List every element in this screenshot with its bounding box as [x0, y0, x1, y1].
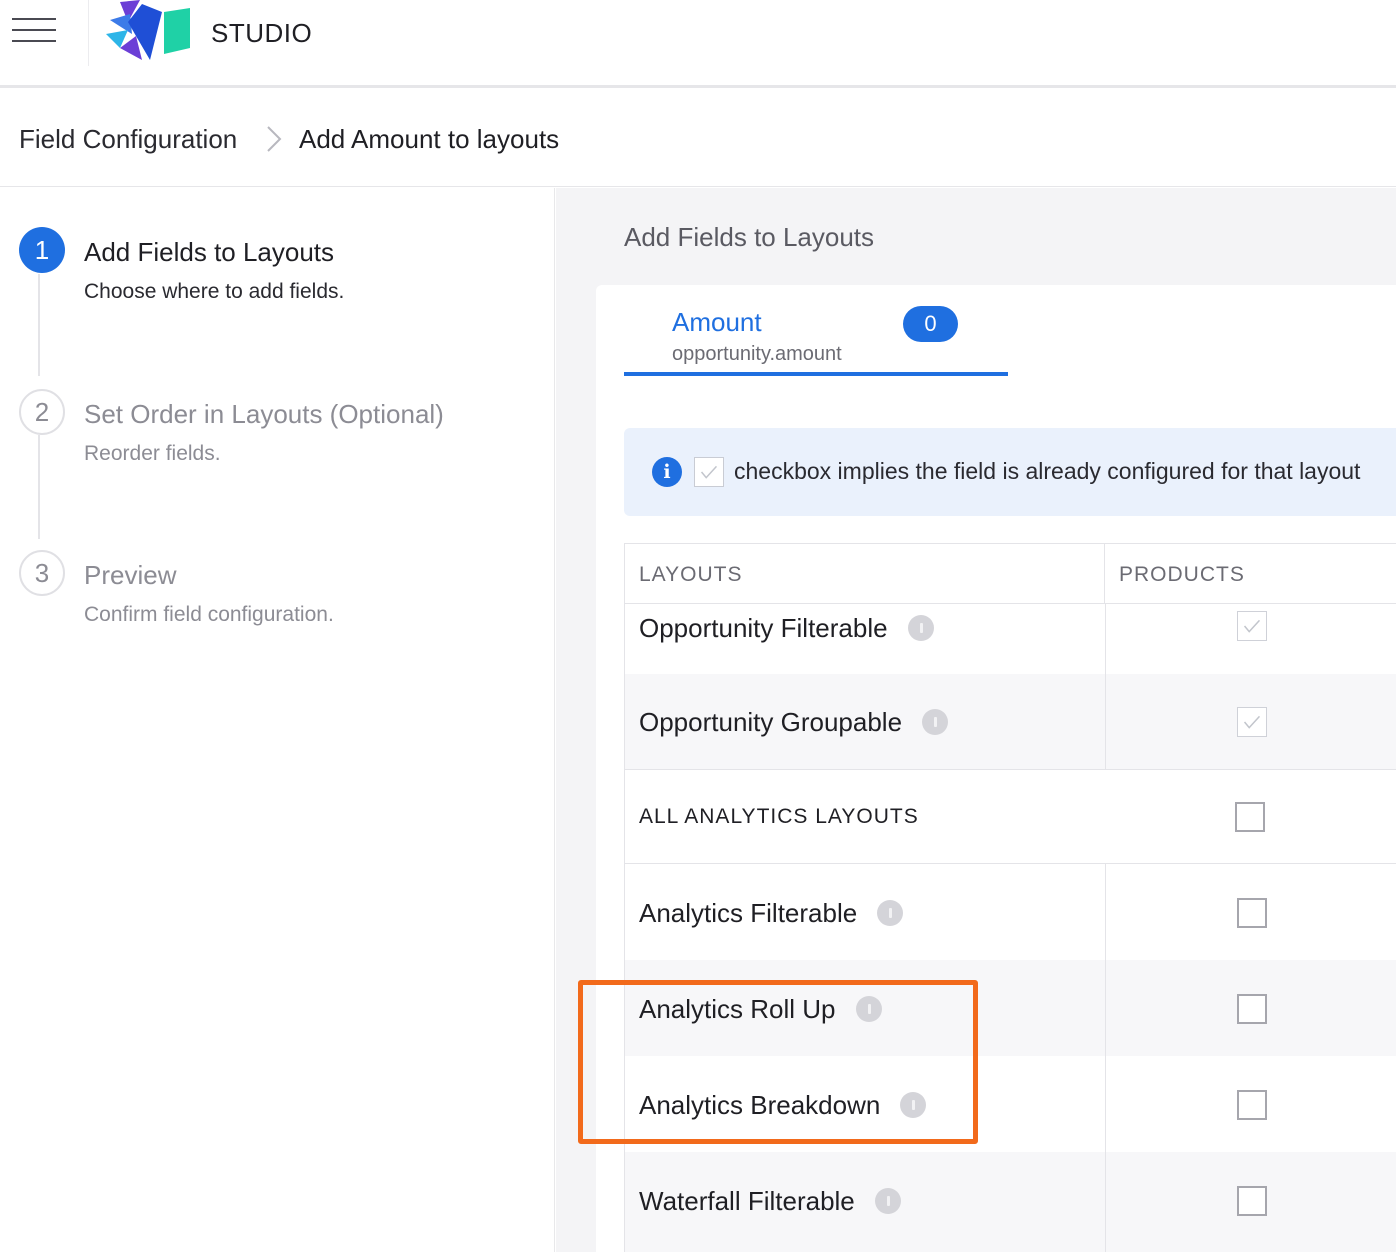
breadcrumb-parent[interactable]: Field Configuration [19, 124, 237, 155]
brand-name: STUDIO [211, 18, 313, 48]
top-bar: STUDIO [0, 0, 1396, 88]
app-logo [106, 0, 190, 60]
table-row: Analytics Filterable [625, 864, 1396, 960]
group-label: ALL ANALYTICS LAYOUTS [639, 805, 919, 828]
main-panel: Add Fields to Layouts Amount opportunity… [556, 188, 1396, 1252]
tab-amount[interactable]: Amount opportunity.amount 0 [624, 285, 1008, 379]
step-connector [38, 274, 40, 376]
layout-label: Analytics Breakdown [639, 1089, 927, 1120]
layout-name: Opportunity Groupable [639, 706, 903, 737]
step-1-number[interactable]: 1 [19, 227, 65, 273]
step-3-title[interactable]: Preview [84, 560, 176, 591]
layout-name: Opportunity Filterable [639, 612, 888, 643]
layout-name: Analytics Breakdown [639, 1089, 881, 1120]
products-checkbox[interactable] [1237, 707, 1267, 737]
column-header-products: PRODUCTS [1105, 544, 1396, 604]
section-title: Add Fields to Layouts [624, 222, 875, 252]
products-checkbox[interactable] [1237, 1090, 1267, 1120]
products-checkbox[interactable] [1237, 611, 1267, 641]
step-3-subtitle: Confirm field configuration. [84, 603, 334, 626]
stepper: 1 Add Fields to Layouts Choose where to … [0, 188, 555, 1252]
info-hint-icon[interactable] [922, 709, 949, 735]
layout-label: Waterfall Filterable [639, 1186, 901, 1216]
step-1-subtitle: Choose where to add fields. [84, 280, 345, 303]
layout-label: Analytics Roll Up [639, 994, 882, 1024]
step-1-title[interactable]: Add Fields to Layouts [84, 237, 334, 268]
info-banner: i checkbox implies the field is already … [624, 428, 1396, 516]
topbar-divider [88, 0, 89, 66]
step-connector [38, 435, 40, 539]
table-row: Opportunity Filterable [625, 604, 1396, 674]
menu-icon[interactable] [12, 16, 56, 46]
info-hint-icon[interactable] [855, 996, 882, 1022]
step-2-number[interactable]: 2 [19, 389, 65, 435]
layouts-table: LAYOUTS PRODUCTS Opportunity Filterable … [624, 543, 1396, 1252]
table-group-row: ALL ANALYTICS LAYOUTS [625, 770, 1396, 864]
sample-checked-checkbox [694, 457, 724, 487]
step-2-subtitle: Reorder fields. [84, 442, 221, 465]
info-hint-icon[interactable] [877, 900, 904, 926]
breadcrumb: Field Configuration Add Amount to layout… [0, 91, 1396, 187]
step-2-title[interactable]: Set Order in Layouts (Optional) [84, 399, 444, 430]
table-row: Waterfall Filterable [625, 1152, 1396, 1252]
table-row: Opportunity Groupable [625, 674, 1396, 770]
column-header-layouts: LAYOUTS [625, 544, 1105, 604]
products-checkbox[interactable] [1237, 994, 1267, 1024]
layout-name: Analytics Filterable [639, 897, 858, 928]
layout-label: Opportunity Groupable [639, 706, 949, 737]
layout-label: Opportunity Filterable [639, 613, 934, 643]
table-row: Analytics Roll Up [625, 960, 1396, 1056]
info-hint-icon[interactable] [907, 615, 934, 641]
check-icon [1243, 715, 1261, 729]
layout-card: Amount opportunity.amount 0 i checkbox i… [596, 285, 1396, 1252]
check-icon [1243, 619, 1261, 633]
products-checkbox[interactable] [1237, 1186, 1267, 1216]
info-icon: i [652, 457, 682, 487]
count-badge: 0 [903, 306, 958, 342]
info-hint-icon[interactable] [900, 1092, 927, 1118]
breadcrumb-current: Add Amount to layouts [299, 124, 560, 154]
active-tab-indicator [624, 372, 1008, 376]
check-icon [700, 465, 718, 479]
layout-name: Waterfall Filterable [639, 1185, 855, 1216]
tab-field-path: opportunity.amount [672, 343, 842, 365]
step-3-number[interactable]: 3 [19, 550, 65, 596]
tab-field-name: Amount [672, 307, 762, 337]
info-hint-icon[interactable] [874, 1188, 901, 1214]
products-checkbox[interactable] [1237, 898, 1267, 928]
info-text: checkbox implies the field is already co… [734, 458, 1361, 484]
select-all-analytics-checkbox[interactable] [1235, 802, 1265, 832]
layout-name: Analytics Roll Up [639, 993, 836, 1024]
chevron-right-icon [267, 126, 282, 152]
layout-label: Analytics Filterable [639, 897, 904, 928]
table-row: Analytics Breakdown [625, 1056, 1396, 1152]
